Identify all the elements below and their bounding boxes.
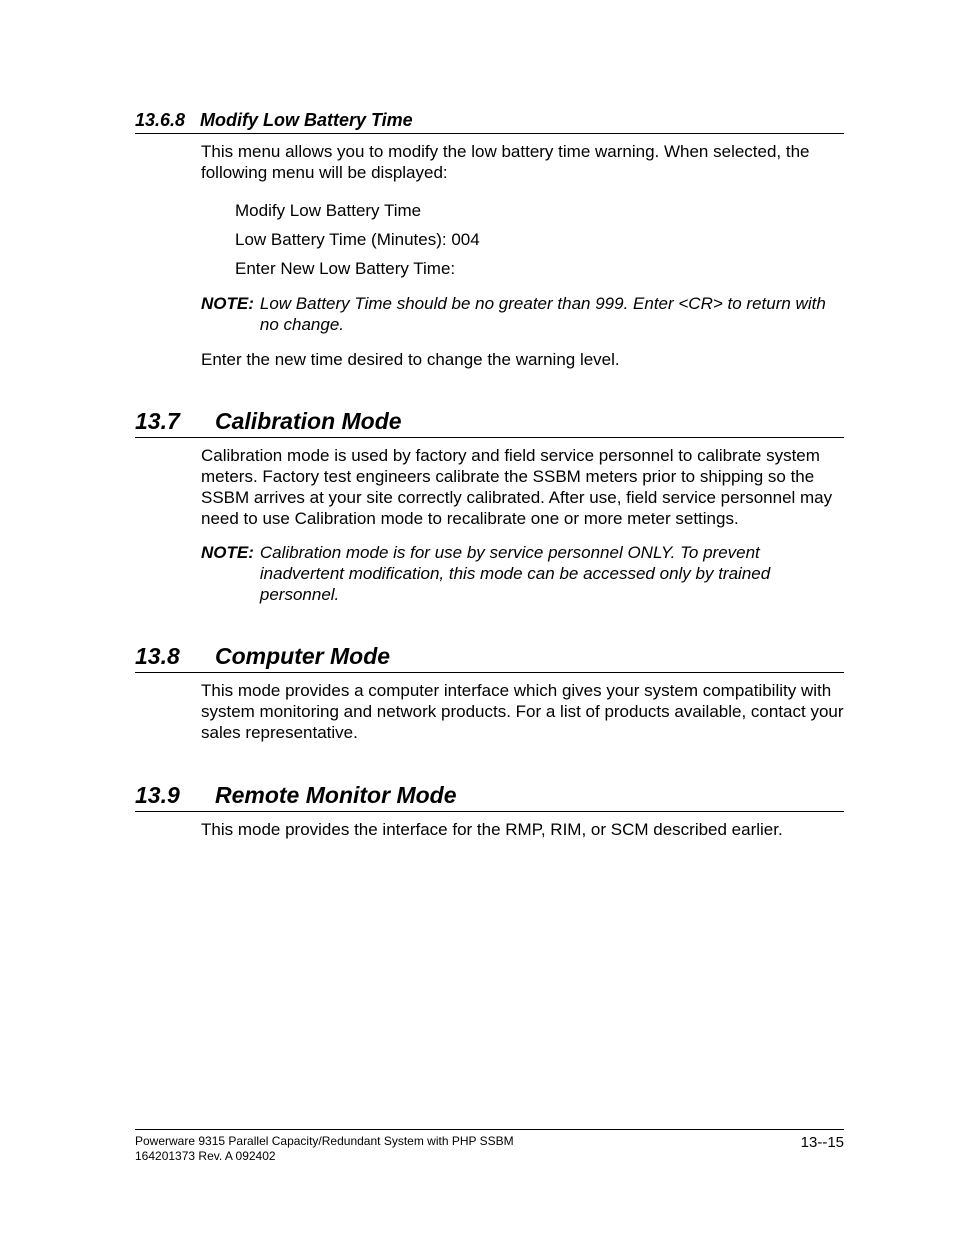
body-text: This mode provides a computer interface … bbox=[201, 681, 844, 743]
footer-doc-title: Powerware 9315 Parallel Capacity/Redunda… bbox=[135, 1134, 514, 1148]
heading-title: Computer Mode bbox=[215, 643, 390, 670]
heading-number: 13.9 bbox=[135, 782, 215, 809]
note-text: Low Battery Time should be no greater th… bbox=[260, 294, 844, 335]
menu-block: Modify Low Battery Time Low Battery Time… bbox=[235, 197, 844, 284]
heading-number: 13.6.8 bbox=[135, 110, 200, 131]
menu-line: Low Battery Time (Minutes): 004 bbox=[235, 226, 844, 255]
footer-doc-rev: 164201373 Rev. A 092402 bbox=[135, 1149, 514, 1163]
heading-13-8: 13.8 Computer Mode bbox=[135, 643, 844, 673]
heading-title: Remote Monitor Mode bbox=[215, 782, 457, 809]
note-block: NOTE: Low Battery Time should be no grea… bbox=[201, 294, 844, 335]
note-label: NOTE: bbox=[201, 543, 254, 605]
heading-title: Calibration Mode bbox=[215, 408, 402, 435]
heading-title: Modify Low Battery Time bbox=[200, 110, 413, 131]
body-text: This mode provides the interface for the… bbox=[201, 820, 844, 841]
note-block: NOTE: Calibration mode is for use by ser… bbox=[201, 543, 844, 605]
heading-number: 13.8 bbox=[135, 643, 215, 670]
menu-line: Enter New Low Battery Time: bbox=[235, 255, 844, 284]
heading-13-7: 13.7 Calibration Mode bbox=[135, 408, 844, 438]
document-page: 13.6.8 Modify Low Battery Time This menu… bbox=[0, 0, 954, 1235]
heading-13-9: 13.9 Remote Monitor Mode bbox=[135, 782, 844, 812]
intro-text: This menu allows you to modify the low b… bbox=[201, 142, 844, 183]
heading-13-6-8: 13.6.8 Modify Low Battery Time bbox=[135, 110, 844, 134]
heading-number: 13.7 bbox=[135, 408, 215, 435]
note-text: Calibration mode is for use by service p… bbox=[260, 543, 844, 605]
footer-page-number: 13--15 bbox=[801, 1134, 844, 1151]
menu-line: Modify Low Battery Time bbox=[235, 197, 844, 226]
footer-left: Powerware 9315 Parallel Capacity/Redunda… bbox=[135, 1134, 514, 1163]
body-text: Calibration mode is used by factory and … bbox=[201, 446, 844, 529]
page-footer: Powerware 9315 Parallel Capacity/Redunda… bbox=[135, 1129, 844, 1163]
note-label: NOTE: bbox=[201, 294, 254, 335]
closing-text: Enter the new time desired to change the… bbox=[201, 350, 844, 371]
